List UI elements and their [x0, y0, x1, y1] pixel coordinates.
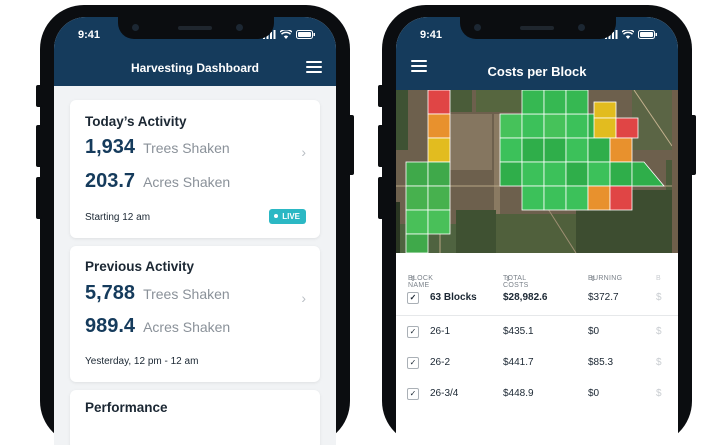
volume-down-button	[378, 177, 384, 219]
live-label: LIVE	[282, 212, 300, 221]
column-burning[interactable]: BURNING ⇕	[588, 275, 622, 283]
power-button	[348, 115, 354, 175]
acres-shaken-value: 203.7	[85, 170, 136, 192]
overflow-cell: $	[656, 326, 662, 337]
overflow-cell: $	[656, 388, 662, 399]
block-name: 26-1	[430, 326, 451, 337]
page-title: Costs per Block	[487, 64, 587, 79]
acres-shaken-metric: 989.4 Acres Shaken	[85, 315, 230, 338]
trees-shaken-label: Trees Shaken	[143, 286, 230, 302]
total-costs: $441.7	[503, 357, 534, 368]
status-time: 9:41	[78, 29, 101, 41]
wifi-icon	[622, 30, 634, 39]
activity-period: Yesterday, 12 pm - 12 am	[85, 356, 199, 367]
phone-notch	[460, 17, 616, 39]
select-all-checkbox[interactable]: ✓	[407, 292, 419, 304]
phone-frame-right: 9:41 Costs per Block BLOCK NAME ⇕ TOTAL …	[378, 5, 696, 445]
acres-shaken-value: 989.4	[85, 315, 136, 337]
overflow-cell: $	[656, 357, 662, 368]
trees-shaken-metric: 5,788 Trees Shaken	[85, 282, 230, 305]
volume-up-button	[378, 125, 384, 167]
chevron-right-icon[interactable]: ›	[301, 290, 306, 306]
live-dot-icon	[274, 214, 279, 218]
side-button	[36, 85, 42, 107]
table-row[interactable]: ✓ 26-1 $435.1 $0 $	[396, 326, 678, 346]
row-checkbox[interactable]: ✓	[407, 357, 419, 369]
table-row[interactable]: ✓ 26-3/4 $448.9 $0 $	[396, 388, 678, 408]
chevron-right-icon[interactable]: ›	[301, 144, 306, 160]
column-total-costs[interactable]: TOTAL COSTS ⇕	[503, 275, 528, 289]
block-cost-map[interactable]	[396, 90, 678, 253]
volume-down-button	[36, 177, 42, 219]
app-header: 9:41 Harvesting Dashboard	[54, 17, 336, 86]
acres-shaken-metric: 203.7 Acres Shaken	[85, 170, 230, 193]
block-name: 26-3/4	[430, 388, 459, 399]
previous-activity-card[interactable]: Previous Activity 5,788 Trees Shaken 989.…	[70, 246, 320, 382]
column-block-name[interactable]: BLOCK NAME ⇕	[408, 275, 433, 289]
card-title: Performance	[85, 400, 168, 415]
burning-cost: $85.3	[588, 357, 614, 368]
card-title: Today’s Activity	[85, 114, 187, 129]
overflow-cell: $	[656, 292, 662, 303]
phone-notch	[118, 17, 274, 39]
trees-shaken-value: 1,934	[85, 136, 136, 158]
status-time: 9:41	[420, 29, 443, 41]
volume-up-button	[36, 125, 42, 167]
row-checkbox[interactable]: ✓	[407, 388, 419, 400]
app-header: 9:41 Costs per Block	[396, 17, 678, 90]
trees-shaken-label: Trees Shaken	[143, 140, 230, 156]
trees-shaken-value: 5,788	[85, 282, 136, 304]
hamburger-menu-icon[interactable]	[306, 61, 322, 73]
total-costs: $435.1	[503, 326, 534, 337]
dashboard-screen: 9:41 Harvesting Dashboard Today’s Activi…	[54, 17, 336, 445]
battery-icon	[296, 30, 315, 39]
page-title: Harvesting Dashboard	[130, 61, 260, 75]
costs-screen: 9:41 Costs per Block BLOCK NAME ⇕ TOTAL …	[396, 17, 678, 445]
acres-shaken-label: Acres Shaken	[143, 174, 231, 190]
divider	[396, 315, 678, 316]
side-button	[378, 85, 384, 107]
block-name: 26-2	[430, 357, 451, 368]
total-costs: $448.9	[503, 388, 534, 399]
performance-card[interactable]: Performance	[70, 390, 320, 445]
block-count: 63 Blocks	[430, 292, 477, 303]
total-costs-sum: $28,982.6	[503, 292, 548, 303]
table-row[interactable]: ✓ 26-2 $441.7 $85.3 $	[396, 357, 678, 377]
todays-activity-card[interactable]: Today’s Activity 1,934 Trees Shaken 203.7…	[70, 100, 320, 238]
battery-icon	[638, 30, 657, 39]
trees-shaken-metric: 1,934 Trees Shaken	[85, 136, 230, 159]
costs-table: BLOCK NAME ⇕ TOTAL COSTS ⇕ BURNING ⇕ B ✓ 63…	[396, 253, 678, 445]
card-title: Previous Activity	[85, 259, 195, 274]
activity-period: Starting 12 am	[85, 212, 151, 223]
wifi-icon	[280, 30, 292, 39]
row-checkbox[interactable]: ✓	[407, 326, 419, 338]
column-overflow-fade: B	[656, 275, 661, 282]
burning-cost: $0	[588, 388, 600, 399]
burning-cost: $0	[588, 326, 600, 337]
power-button	[690, 115, 696, 175]
satellite-heatmap[interactable]	[396, 90, 673, 253]
burning-sum: $372.7	[588, 292, 619, 303]
phone-frame-left: 9:41 Harvesting Dashboard Today’s Activi…	[36, 5, 354, 445]
summary-row[interactable]: ✓ 63 Blocks $28,982.6 $372.7 $	[396, 292, 678, 312]
live-badge: LIVE	[269, 209, 306, 224]
acres-shaken-label: Acres Shaken	[143, 319, 231, 335]
